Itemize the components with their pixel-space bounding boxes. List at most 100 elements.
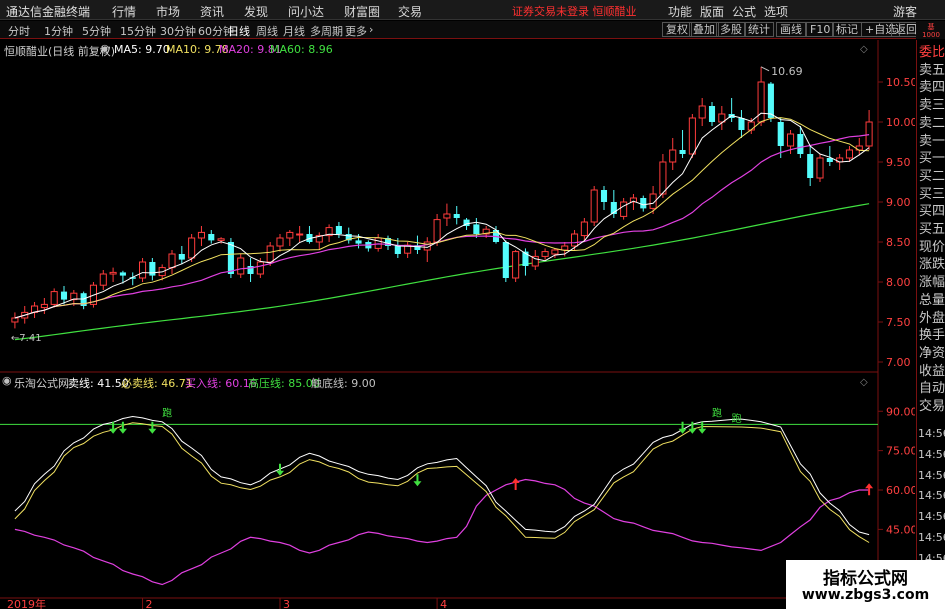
menu-hangqing[interactable]: 行情 [112, 3, 136, 20]
candle-body-down [227, 242, 234, 274]
candle-body-down [640, 198, 647, 209]
fuquan-button[interactable]: 复权 [662, 22, 692, 37]
candle-body-down [738, 118, 745, 130]
high-price-label: 10.69 [771, 65, 803, 78]
menu-jiaoyi[interactable]: 交易 [398, 3, 422, 20]
mark-button[interactable]: 标记 [832, 22, 862, 37]
candle-body-up [698, 105, 706, 119]
high-pressure-line-label: 高压线: 85.00 [248, 377, 320, 390]
buy-signal-head [865, 483, 874, 489]
ma60-label: MA60: 8.96 [270, 43, 333, 56]
multi-stock-button[interactable]: 多股 [716, 22, 746, 37]
f10-button[interactable]: F10 [806, 22, 835, 37]
sell-line [14, 415, 870, 536]
period-fenshi[interactable]: 分时 [8, 23, 30, 39]
watermark: 指标公式网 www.zbgs3.com [786, 560, 945, 609]
indicator-circle-icon[interactable]: ◉ [2, 374, 12, 387]
menu-xuanxiang[interactable]: 选项 [764, 3, 788, 20]
quote-field-16: 换手 [919, 328, 945, 344]
candle-body-up [276, 237, 284, 247]
candle-body-up [374, 237, 382, 249]
app-title: 通达信金融终端 [6, 5, 91, 19]
chart-area[interactable]: 10.69 ←7.41 跑跑跑 10.50 10.00 9.50 9.00 8.50 8.0… [0, 40, 918, 609]
period-1min[interactable]: 1分钟 [44, 23, 73, 39]
menu-gongneng[interactable]: 功能 [668, 3, 692, 20]
candle-body-up [551, 249, 559, 255]
price-tick-label: 8.00 [886, 276, 911, 289]
quote-field-13: 涨幅 [919, 275, 945, 291]
menu-banmian[interactable]: 版面 [700, 3, 724, 20]
watermark-url: www.zbgs3.com [801, 587, 930, 603]
menu-caifuquan[interactable]: 财富圈 [344, 3, 380, 20]
candle-body-up [296, 233, 304, 236]
period-more[interactable]: 更多 [345, 23, 367, 39]
candle-body-up [286, 231, 294, 239]
indicator-tick-label: 75.00 [886, 445, 915, 458]
period-5min[interactable]: 5分钟 [82, 23, 111, 39]
candle-body-up [659, 161, 667, 195]
period-toolbar: 分时 1分钟 5分钟 15分钟 30分钟 60分钟 日线 周线 月线 多周期 更… [0, 21, 945, 39]
quote-field-18: 收益 [919, 363, 945, 379]
candle-body-down [502, 242, 509, 278]
quote-field-5: 卖一 [919, 133, 945, 149]
candle-body-up [787, 133, 795, 147]
chevron-right-icon[interactable]: › [369, 23, 373, 36]
candle-body-down [473, 224, 480, 234]
candle-body-up [99, 273, 107, 286]
candle-body-up [40, 303, 48, 309]
period-monthly[interactable]: 月线 [283, 23, 305, 39]
expand-icon: ◇ [860, 377, 868, 388]
candle-body-up [845, 149, 853, 159]
sell-signal-head [413, 481, 422, 487]
guest-label[interactable]: 游客 [893, 3, 917, 20]
price-tick-label: 8.50 [886, 236, 911, 249]
sell-signal-head [698, 428, 707, 434]
candle-body-down [149, 262, 156, 276]
menu-faxian[interactable]: 发现 [244, 3, 268, 20]
candle-body-up [197, 231, 205, 239]
candle-body-up [757, 81, 765, 123]
menu-gongshi[interactable]: 公式 [732, 3, 756, 20]
quote-field-7: 买二 [919, 168, 945, 184]
candle-body-down [708, 106, 716, 122]
sell-signal-head [109, 428, 118, 434]
settings-circle-icon[interactable]: ◉ [100, 42, 110, 55]
quote-field-2: 卖四 [919, 80, 945, 96]
candle-body-up [816, 157, 824, 179]
period-weekly[interactable]: 周线 [256, 23, 278, 39]
candle-body-up [433, 219, 441, 243]
trade-time-1: 14:56 [918, 447, 945, 461]
high-pointer [760, 66, 770, 72]
quote-field-20: 交易 [919, 399, 945, 414]
must-sell-line [14, 422, 870, 543]
login-notice[interactable]: 证券交易未登录 恒顺醋业 [512, 3, 637, 19]
period-multi[interactable]: 多周期 [310, 23, 343, 39]
candle-body-up [139, 261, 147, 279]
quote-field-17: 净资 [919, 345, 945, 361]
sell-signal-head [148, 428, 157, 434]
stats-button[interactable]: 统计 [744, 22, 774, 37]
indicator-tick-label: 60.00 [886, 484, 915, 497]
period-daily[interactable]: 日线 [228, 23, 250, 39]
time-tick-label: 3 [283, 598, 290, 609]
indicator-name: 乐淘公式网 [14, 377, 69, 390]
quote-field-14: 总量 [919, 292, 945, 308]
kline-chart[interactable]: 10.69←7.41 跑跑跑 10.5010.009.509.008.508.0… [0, 40, 918, 609]
overlay-button[interactable]: 叠加 [689, 22, 719, 37]
quote-field-0: 委比 [919, 45, 945, 60]
candle-body-up [620, 201, 628, 217]
draw-line-button[interactable]: 画线 [776, 22, 806, 37]
menu-shichang[interactable]: 市场 [156, 3, 180, 20]
period-30min[interactable]: 30分钟 [160, 23, 196, 39]
sell-line-label: 卖线: 41.50 [68, 377, 129, 390]
period-15min[interactable]: 15分钟 [120, 23, 156, 39]
menu-zixun[interactable]: 资讯 [200, 3, 224, 20]
candle-body-down [777, 122, 784, 146]
run-signal-label: 跑 [732, 412, 742, 425]
watermark-title: 指标公式网 [823, 569, 908, 589]
time-tick-label: 2019年 [7, 597, 46, 609]
menu-wenxiaoda[interactable]: 问小达 [288, 3, 324, 20]
run-signal-label: 跑 [712, 407, 722, 420]
sell-signal-head [118, 428, 127, 434]
time-tick-label: 2 [146, 598, 153, 609]
